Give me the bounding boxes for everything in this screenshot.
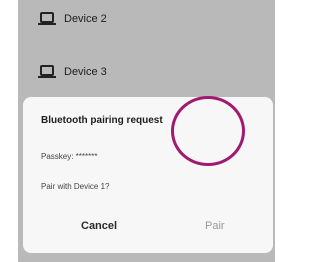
device-label: Device 2 — [64, 13, 107, 25]
laptop-icon — [38, 65, 56, 78]
pair-button[interactable]: Pair — [205, 220, 225, 232]
laptop-icon — [38, 12, 56, 25]
pairing-dialog: Bluetooth pairing request Passkey: *****… — [23, 97, 273, 253]
cancel-button[interactable]: Cancel — [81, 220, 117, 232]
dialog-title: Bluetooth pairing request — [41, 115, 163, 126]
device-list-item[interactable]: Device 3 — [18, 57, 275, 87]
device-label: Device 3 — [64, 66, 107, 78]
pair-question: Pair with Device 1? — [41, 182, 110, 191]
screen: Device 2 Device 3 Bluetooth pairing requ… — [18, 0, 275, 262]
passkey-text: Passkey: ******* — [41, 152, 98, 161]
device-list-item[interactable]: Device 2 — [18, 4, 275, 34]
